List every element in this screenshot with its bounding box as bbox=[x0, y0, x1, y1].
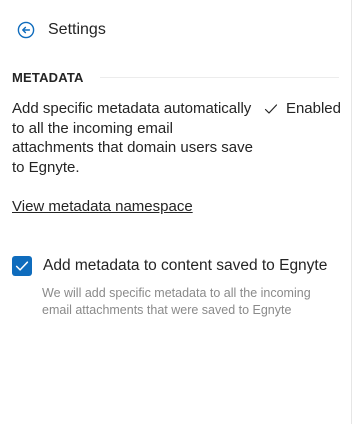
back-button[interactable] bbox=[16, 20, 36, 40]
enabled-status-label: Enabled bbox=[285, 100, 341, 117]
view-metadata-namespace-link[interactable]: View metadata namespace bbox=[12, 198, 193, 215]
metadata-description-row: Add specific metadata automatically to a… bbox=[12, 99, 341, 177]
metadata-description: Add specific metadata automatically to a… bbox=[12, 100, 253, 176]
checkbox-check-icon bbox=[15, 261, 29, 271]
add-metadata-option: Add metadata to content saved to Egnyte bbox=[12, 256, 327, 276]
enabled-status: Enabled bbox=[264, 99, 341, 119]
add-metadata-checkbox[interactable] bbox=[12, 256, 32, 276]
add-metadata-label[interactable]: Add metadata to content saved to Egnyte bbox=[43, 257, 327, 275]
section-title: METADATA bbox=[12, 70, 84, 85]
back-arrow-circle-icon bbox=[17, 21, 35, 39]
page-title: Settings bbox=[48, 21, 106, 38]
settings-pane: Settings METADATA Add specific metadata … bbox=[0, 0, 352, 424]
settings-header: Settings bbox=[16, 18, 106, 42]
add-metadata-help-text: We will add specific metadata to all the… bbox=[42, 286, 311, 317]
metadata-section-header: METADATA bbox=[12, 70, 339, 85]
section-divider bbox=[99, 77, 339, 78]
checkmark-icon bbox=[264, 104, 278, 114]
